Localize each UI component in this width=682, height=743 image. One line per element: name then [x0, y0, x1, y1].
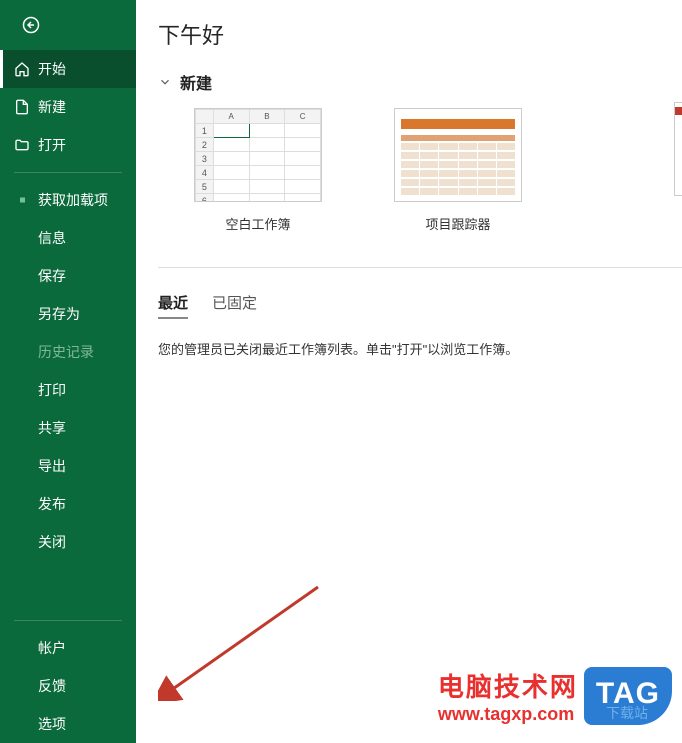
nav-save[interactable]: 保存: [0, 257, 136, 295]
nav-feedback[interactable]: 反馈: [0, 667, 136, 705]
nav-label: 保存: [38, 266, 66, 286]
nav-close[interactable]: 关闭: [0, 523, 136, 561]
nav-label: 导出: [38, 456, 66, 476]
nav-publish[interactable]: 发布: [0, 485, 136, 523]
nav-export[interactable]: 导出: [0, 447, 136, 485]
section-title: 新建: [180, 70, 212, 94]
recent-message: 您的管理员已关闭最近工作簿列表。单击"打开"以浏览工作簿。: [158, 339, 682, 358]
nav-label: 新建: [38, 97, 66, 117]
template-partial[interactable]: [674, 102, 682, 196]
watermark-sub: 下载站: [606, 703, 648, 723]
nav-label: 关闭: [38, 532, 66, 552]
nav-home[interactable]: 开始: [0, 50, 136, 88]
nav-label: 开始: [38, 59, 66, 79]
nav-get-addins[interactable]: 获取加载项: [0, 181, 136, 219]
chevron-down-icon: [158, 75, 172, 89]
tab-recent[interactable]: 最近: [158, 292, 188, 319]
watermark-title: 电脑技术网: [438, 667, 578, 704]
tab-pinned[interactable]: 已固定: [212, 292, 257, 319]
nav-options[interactable]: 选项: [0, 705, 136, 743]
section-new-header[interactable]: 新建: [158, 70, 682, 94]
nav-label: 获取加载项: [38, 190, 108, 210]
nav-label: 打印: [38, 380, 66, 400]
nav-share[interactable]: 共享: [0, 409, 136, 447]
nav-new[interactable]: 新建: [0, 88, 136, 126]
back-arrow-icon: [22, 16, 40, 34]
template-label: 项目跟踪器: [388, 214, 528, 233]
recent-tabs: 最近 已固定: [158, 292, 682, 319]
nav-label: 另存为: [38, 304, 80, 324]
template-label: 空白工作簿: [188, 214, 328, 233]
nav-label: 反馈: [38, 676, 66, 696]
annotation-arrow: [158, 581, 328, 701]
nav-label: 帐户: [38, 638, 66, 658]
nav-label: 信息: [38, 228, 66, 248]
nav-label: 选项: [38, 714, 66, 734]
nav-label: 发布: [38, 494, 66, 514]
nav-history: 历史记录: [0, 333, 136, 371]
nav-label: 历史记录: [38, 342, 94, 362]
nav-saveas[interactable]: 另存为: [0, 295, 136, 333]
watermark: 电脑技术网 www.tagxp.com TAG 下载站: [438, 667, 672, 725]
folder-icon: [14, 137, 30, 153]
back-button[interactable]: [10, 4, 52, 46]
divider: [158, 267, 682, 268]
template-blank-workbook[interactable]: ABC 1 2 3 4 5 6 空白工作簿: [188, 108, 328, 233]
sidebar: 开始 新建 打开 获取加载项 信息 保存 另存为 历史记录 打印 共享 导出 发…: [0, 0, 136, 743]
separator: [14, 620, 122, 621]
template-thumb: ABC 1 2 3 4 5 6: [194, 108, 322, 202]
template-list: ABC 1 2 3 4 5 6 空白工作簿: [188, 108, 682, 233]
nav-open[interactable]: 打开: [0, 126, 136, 164]
template-thumb: [394, 108, 522, 202]
home-icon: [14, 61, 30, 77]
separator: [14, 172, 122, 173]
main-panel: 下午好 新建 ABC 1 2 3 4 5 6 空白工作簿: [136, 0, 682, 743]
nav-label: 打开: [38, 135, 66, 155]
nav-info[interactable]: 信息: [0, 219, 136, 257]
nav-label: 共享: [38, 418, 66, 438]
watermark-url: www.tagxp.com: [438, 704, 578, 725]
template-project-tracker[interactable]: 项目跟踪器: [388, 108, 528, 233]
greeting-title: 下午好: [158, 18, 682, 50]
nav-print[interactable]: 打印: [0, 371, 136, 409]
nav-account[interactable]: 帐户: [0, 629, 136, 667]
document-icon: [14, 99, 30, 115]
